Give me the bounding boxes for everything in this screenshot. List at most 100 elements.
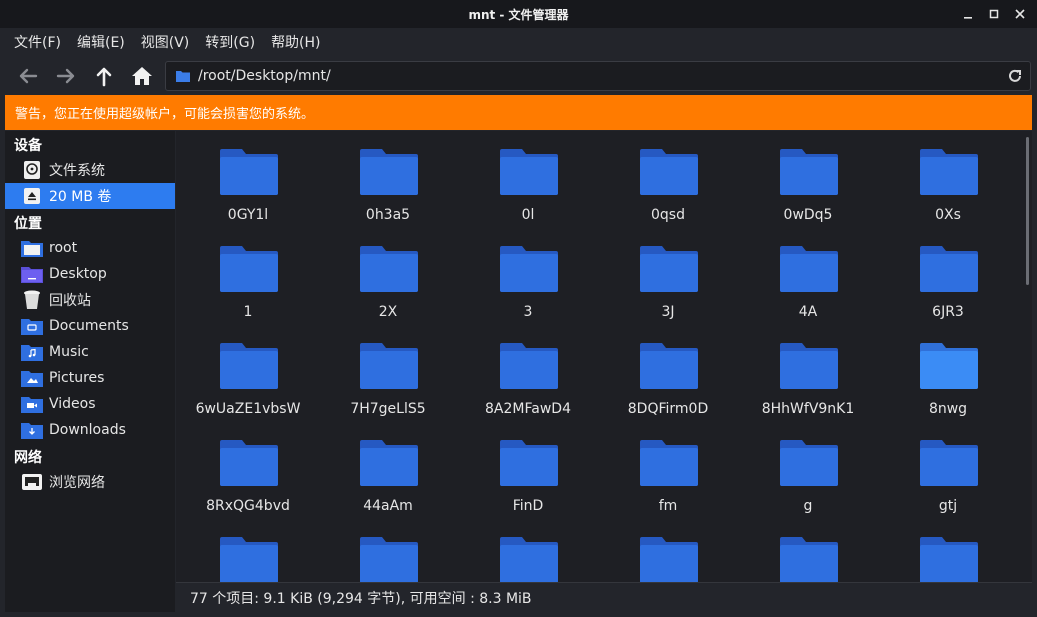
file-item[interactable]: 8HhWfV9nK1 — [738, 335, 878, 425]
home-button[interactable] — [126, 60, 158, 92]
maximize-icon — [989, 9, 999, 19]
file-item[interactable]: 1 — [178, 238, 318, 328]
sidebar-item-videos[interactable]: Videos — [5, 391, 175, 417]
minimize-button[interactable] — [959, 5, 977, 23]
music-folder-icon — [21, 342, 43, 362]
sidebar-item-label: Desktop — [49, 266, 107, 282]
network-icon — [21, 472, 43, 492]
sidebar-item-label: Videos — [49, 396, 96, 412]
location-bar[interactable]: /root/Desktop/mnt/ — [165, 61, 1031, 91]
file-item[interactable] — [598, 529, 738, 582]
file-item[interactable]: 0GY1l — [178, 141, 318, 231]
warning-text: 警告，您正在使用超级帐户，可能会损害您的系统。 — [15, 107, 315, 122]
sidebar: 设备 文件系统 20 MB 卷 位置 root Desktop 回收站 Docu… — [5, 131, 175, 612]
folder-icon — [640, 149, 698, 195]
file-view[interactable]: 0GY1l 0h3a5 0l 0qsd 0wDq5 0Xs 1 2X 3 3J 4A 6JR3 6wUa… — [176, 131, 1032, 582]
file-name: 8A2MFawD4 — [485, 401, 571, 417]
file-item[interactable]: 0qsd — [598, 141, 738, 231]
sidebar-section-devices: 设备 — [14, 138, 42, 154]
file-name: 0l — [521, 207, 535, 223]
file-item[interactable]: 7H7geLlS5 — [318, 335, 458, 425]
status-text: 77 个项目: 9.1 KiB (9,294 字节), 可用空间 : 8.3 M… — [190, 590, 532, 607]
file-item[interactable]: 8nwg — [878, 335, 1018, 425]
file-name: 0wDq5 — [783, 207, 833, 223]
trash-icon — [21, 290, 43, 310]
file-item[interactable]: 44aAm — [318, 432, 458, 522]
file-name: 0qsd — [651, 207, 685, 223]
vertical-scrollbar[interactable] — [1026, 137, 1029, 285]
menu-help[interactable]: 帮助(H) — [263, 28, 328, 58]
menu-file[interactable]: 文件(F) — [6, 28, 69, 58]
file-item[interactable]: 3 — [458, 238, 598, 328]
file-name: 4A — [798, 304, 818, 320]
file-item[interactable]: g — [738, 432, 878, 522]
folder-icon — [220, 246, 278, 292]
file-item[interactable]: fm — [598, 432, 738, 522]
sidebar-item-label: 浏览网络 — [49, 475, 105, 491]
folder-icon — [360, 440, 418, 486]
file-item[interactable]: 6JR3 — [878, 238, 1018, 328]
close-button[interactable] — [1011, 5, 1029, 23]
location-path: /root/Desktop/mnt/ — [198, 68, 331, 84]
file-item[interactable]: gtj — [878, 432, 1018, 522]
file-name: 3J — [661, 304, 675, 320]
menu-edit[interactable]: 编辑(E) — [69, 28, 133, 58]
folder-icon — [920, 537, 978, 582]
menu-go[interactable]: 转到(G) — [197, 28, 263, 58]
sidebar-section-network: 网络 — [14, 450, 42, 466]
file-item[interactable]: 4A — [738, 238, 878, 328]
sidebar-item-volume[interactable]: 20 MB 卷 — [5, 183, 175, 209]
file-item[interactable] — [878, 529, 1018, 582]
sidebar-item-documents[interactable]: Documents — [5, 313, 175, 339]
sidebar-item-downloads[interactable]: Downloads — [5, 417, 175, 443]
up-button[interactable] — [88, 60, 120, 92]
sidebar-item-music[interactable]: Music — [5, 339, 175, 365]
maximize-button[interactable] — [985, 5, 1003, 23]
arrow-up-icon — [96, 67, 112, 87]
reload-icon[interactable] — [1006, 67, 1024, 85]
file-item[interactable]: 8DQFirm0D — [598, 335, 738, 425]
back-button[interactable] — [12, 60, 44, 92]
folder-icon — [220, 149, 278, 195]
desktop-folder-icon — [21, 264, 43, 284]
file-item[interactable]: FinD — [458, 432, 598, 522]
menu-view[interactable]: 视图(V) — [133, 28, 198, 58]
file-name: 8HhWfV9nK1 — [761, 401, 855, 417]
file-item[interactable] — [738, 529, 878, 582]
file-item[interactable] — [178, 529, 318, 582]
documents-folder-icon — [21, 316, 43, 336]
file-item[interactable]: 2X — [318, 238, 458, 328]
folder-icon — [640, 537, 698, 582]
file-item[interactable]: 0h3a5 — [318, 141, 458, 231]
file-item[interactable]: 0Xs — [878, 141, 1018, 231]
sidebar-item-desktop[interactable]: Desktop — [5, 261, 175, 287]
file-item[interactable]: 6wUaZE1vbsW — [178, 335, 318, 425]
folder-icon — [360, 246, 418, 292]
file-item[interactable]: 3J — [598, 238, 738, 328]
folder-icon — [360, 343, 418, 389]
file-item[interactable]: 8A2MFawD4 — [458, 335, 598, 425]
toolbar: /root/Desktop/mnt/ — [0, 58, 1037, 94]
downloads-folder-icon — [21, 420, 43, 440]
file-item[interactable]: 0l — [458, 141, 598, 231]
title-bar[interactable]: mnt - 文件管理器 — [0, 0, 1037, 28]
sidebar-item-trash[interactable]: 回收站 — [5, 287, 175, 313]
home-folder-icon — [21, 238, 43, 258]
file-item[interactable]: 0wDq5 — [738, 141, 878, 231]
folder-icon — [920, 440, 978, 486]
sidebar-item-filesystem[interactable]: 文件系统 — [5, 157, 175, 183]
forward-button[interactable] — [50, 60, 82, 92]
file-name: gtj — [938, 498, 958, 514]
folder-icon — [360, 149, 418, 195]
file-item[interactable]: 8RxQG4bvd — [178, 432, 318, 522]
folder-icon — [500, 343, 558, 389]
sidebar-item-root[interactable]: root — [5, 235, 175, 261]
sidebar-item-browse-network[interactable]: 浏览网络 — [5, 469, 175, 495]
window-controls — [959, 0, 1029, 28]
home-icon — [132, 67, 152, 85]
file-item[interactable] — [458, 529, 598, 582]
folder-icon — [920, 246, 978, 292]
sidebar-item-pictures[interactable]: Pictures — [5, 365, 175, 391]
file-name: 1 — [243, 304, 253, 320]
file-item[interactable] — [318, 529, 458, 582]
